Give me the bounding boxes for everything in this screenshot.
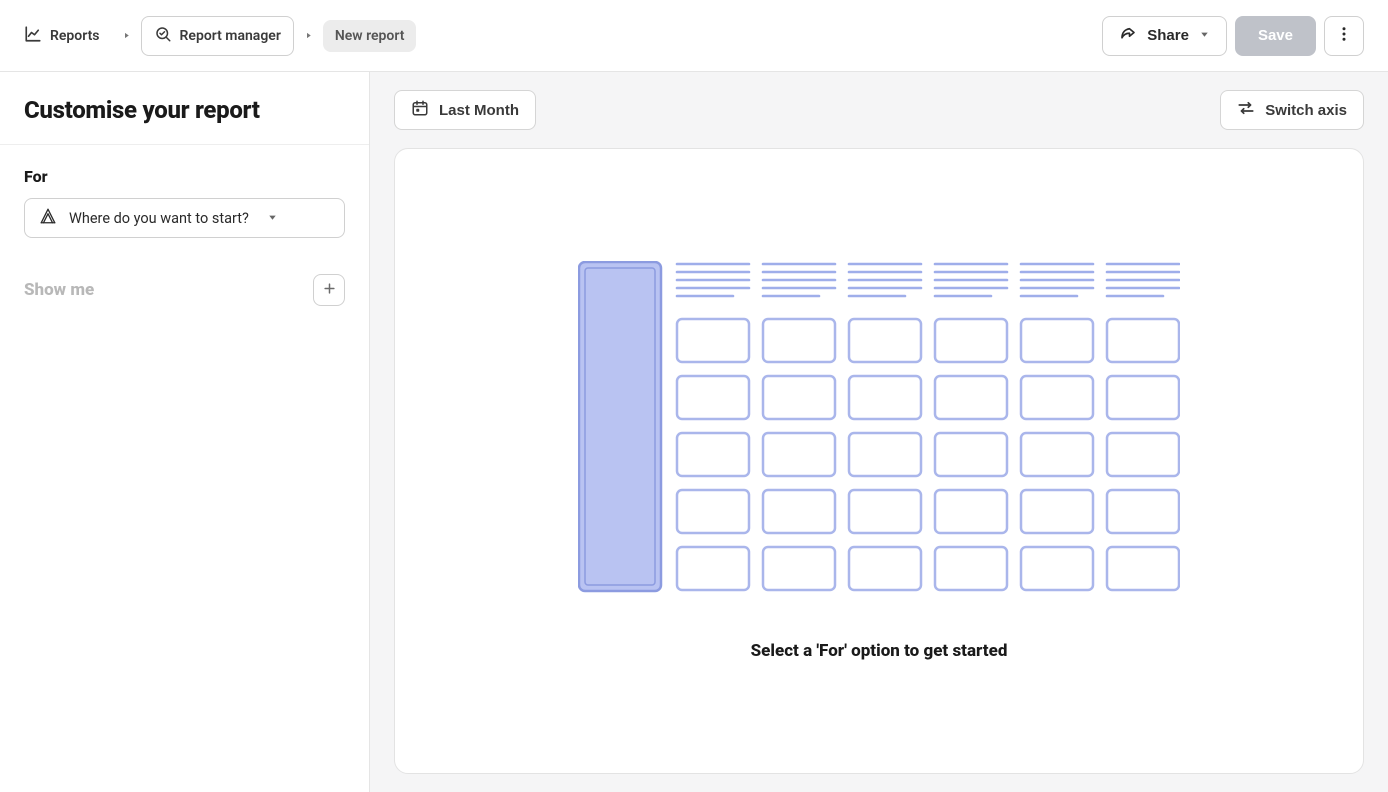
report-canvas: Select a 'For' option to get started bbox=[394, 148, 1364, 774]
empty-table-placeholder-icon bbox=[578, 261, 1180, 593]
save-label: Save bbox=[1258, 27, 1293, 44]
topbar-actions: Share Save bbox=[1102, 16, 1364, 56]
breadcrumb-manager-label: Report manager bbox=[180, 28, 281, 44]
breadcrumb-new-report[interactable]: New report bbox=[323, 20, 417, 52]
main: Last Month Switch axis bbox=[370, 72, 1388, 792]
share-icon bbox=[1119, 25, 1137, 47]
more-vertical-icon bbox=[1335, 25, 1353, 47]
breadcrumb-reports[interactable]: Reports bbox=[24, 17, 112, 55]
page-title: Customise your report bbox=[24, 96, 345, 124]
caret-down-icon bbox=[1199, 27, 1210, 44]
switch-axis-label: Switch axis bbox=[1265, 102, 1347, 119]
save-button[interactable]: Save bbox=[1235, 16, 1316, 56]
plus-icon bbox=[322, 281, 337, 299]
body: Customise your report For Where do you w… bbox=[0, 72, 1388, 792]
breadcrumb-reports-label: Reports bbox=[50, 28, 100, 44]
for-label: For bbox=[24, 167, 345, 186]
breadcrumb-report-manager[interactable]: Report manager bbox=[141, 16, 294, 56]
chart-line-icon bbox=[24, 25, 42, 47]
sidebar-header: Customise your report bbox=[0, 72, 369, 145]
share-label: Share bbox=[1147, 27, 1189, 44]
breadcrumb-new-label: New report bbox=[335, 28, 405, 44]
main-toolbar: Last Month Switch axis bbox=[394, 90, 1364, 130]
switch-axis-button[interactable]: Switch axis bbox=[1220, 90, 1364, 130]
calendar-icon bbox=[411, 99, 429, 121]
compass-icon bbox=[39, 207, 57, 229]
add-metric-button[interactable] bbox=[313, 274, 345, 306]
show-me-row: Show me bbox=[24, 274, 345, 306]
show-me-label: Show me bbox=[24, 280, 94, 300]
topbar: Reports Report manager New report bbox=[0, 0, 1388, 72]
sidebar-body: For Where do you want to start? Show me bbox=[0, 145, 369, 328]
chevron-right-icon bbox=[304, 31, 313, 40]
for-placeholder: Where do you want to start? bbox=[69, 210, 249, 227]
for-dropdown[interactable]: Where do you want to start? bbox=[24, 198, 345, 238]
date-range-label: Last Month bbox=[439, 102, 519, 119]
sidebar: Customise your report For Where do you w… bbox=[0, 72, 370, 792]
search-data-icon bbox=[154, 25, 172, 47]
empty-state-caption: Select a 'For' option to get started bbox=[751, 641, 1008, 661]
swap-icon bbox=[1237, 99, 1255, 121]
caret-down-icon bbox=[267, 210, 278, 227]
chevron-right-icon bbox=[122, 31, 131, 40]
more-menu-button[interactable] bbox=[1324, 16, 1364, 56]
date-range-button[interactable]: Last Month bbox=[394, 90, 536, 130]
share-button[interactable]: Share bbox=[1102, 16, 1227, 56]
breadcrumb: Reports Report manager New report bbox=[24, 16, 416, 56]
